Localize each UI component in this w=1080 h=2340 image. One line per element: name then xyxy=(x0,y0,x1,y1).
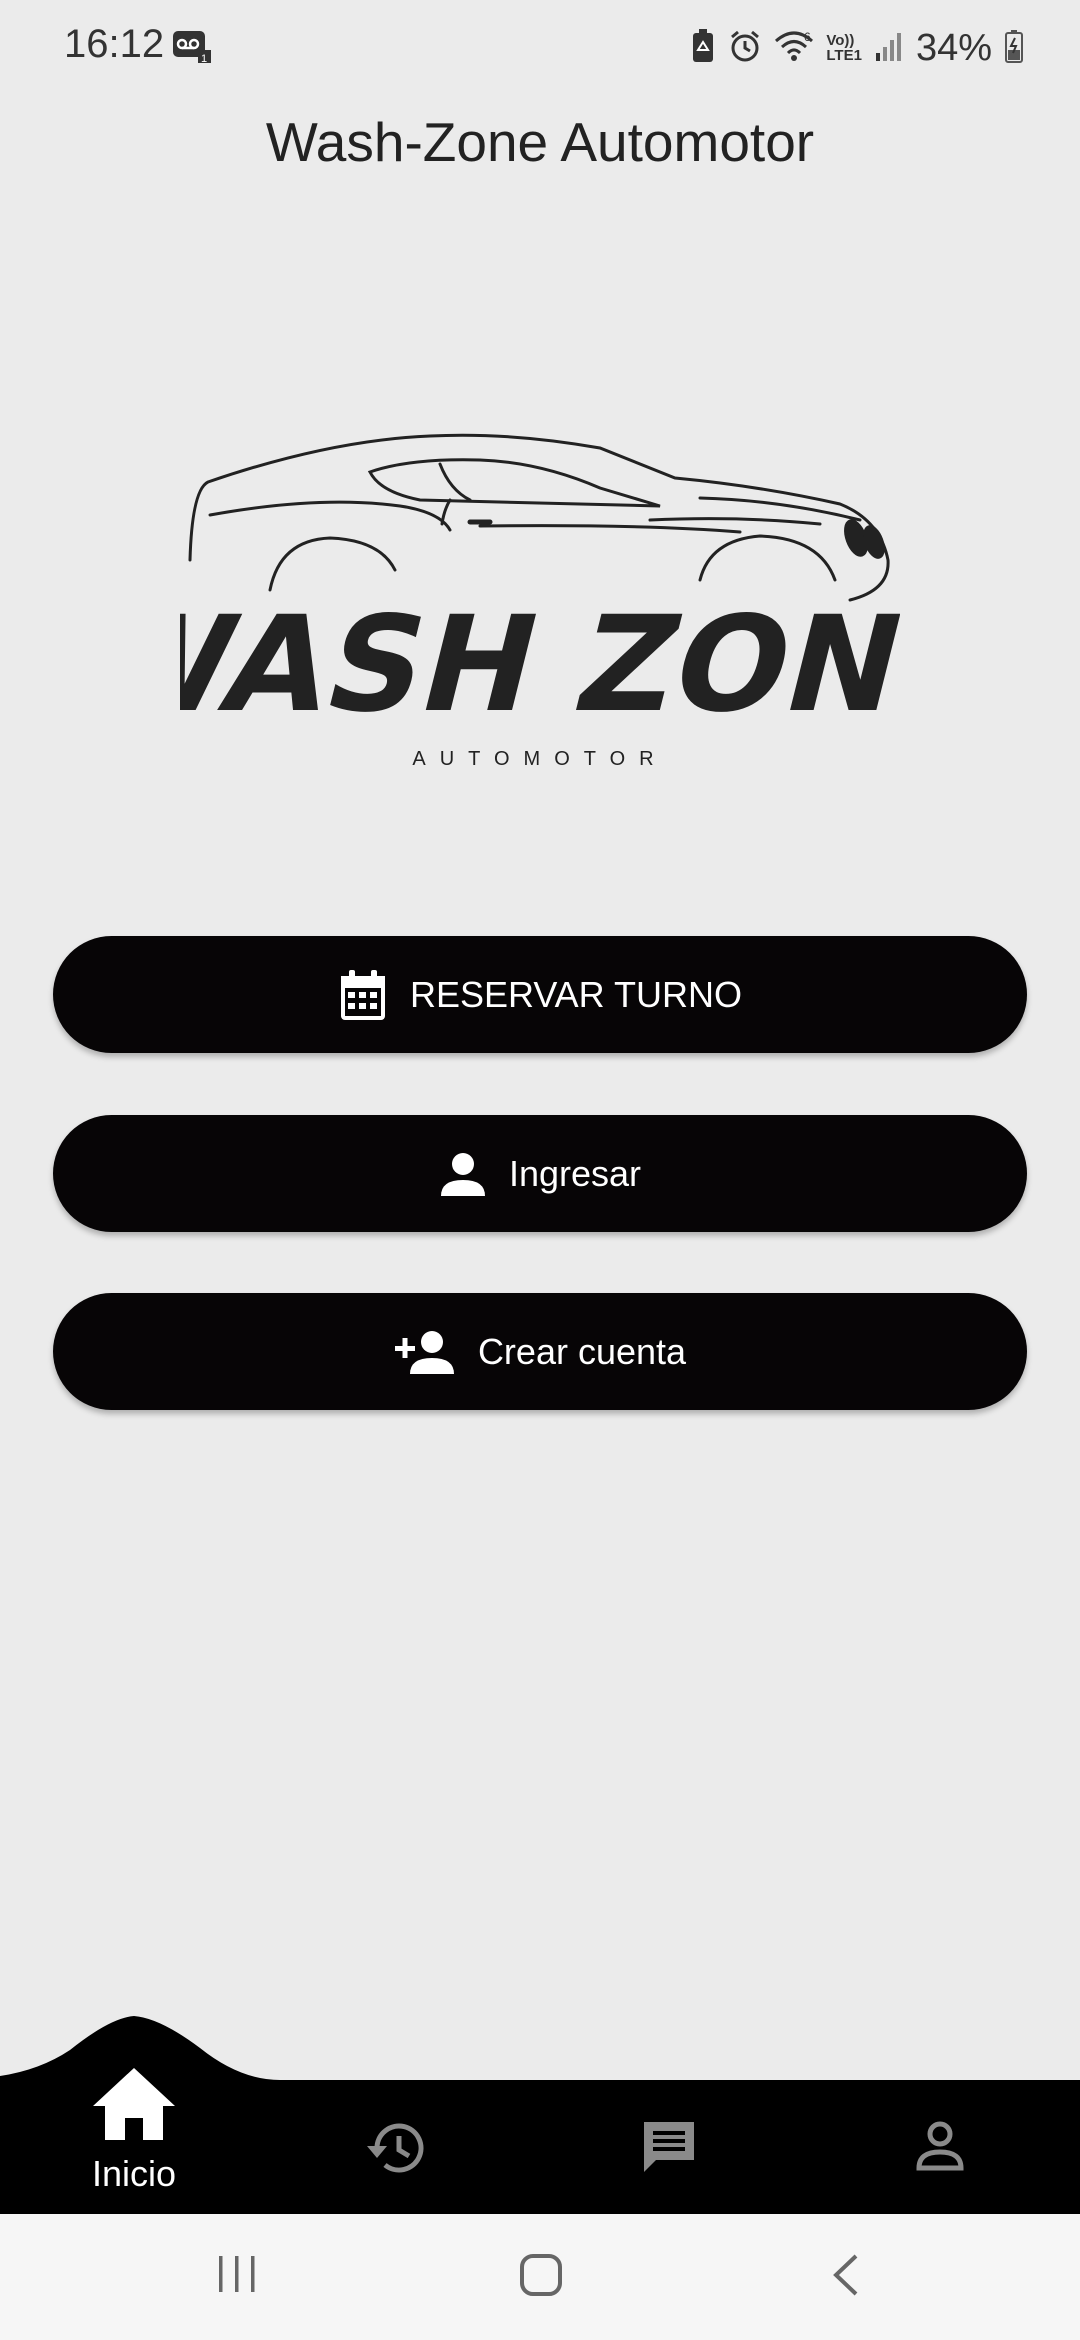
chat-icon xyxy=(640,2118,698,2181)
svg-text:1: 1 xyxy=(201,53,207,64)
person-icon xyxy=(439,1150,487,1198)
crear-cuenta-button[interactable]: Crear cuenta xyxy=(53,1293,1027,1410)
status-bar: 16:12 1 6 Vo)) LTE1 34% xyxy=(0,0,1080,96)
app-screen: 16:12 1 6 Vo)) LTE1 34% Wash-Zone Automo… xyxy=(0,0,1080,2340)
recents-icon[interactable] xyxy=(215,2252,259,2301)
nav-item-history[interactable] xyxy=(365,2120,425,2181)
voicemail-icon: 1 xyxy=(172,30,212,69)
alarm-icon xyxy=(728,29,762,68)
battery-percent: 34% xyxy=(915,26,992,69)
nav-item-inicio[interactable]: Inicio xyxy=(64,2066,204,2195)
wash-zone-logo: WASH ZONE AUTOMOTOR xyxy=(69,420,1009,780)
battery-icon xyxy=(1004,29,1024,68)
add-person-icon xyxy=(394,1328,456,1376)
calendar-icon xyxy=(338,968,388,1022)
wifi-icon: 6 xyxy=(774,29,814,68)
crear-cuenta-label: Crear cuenta xyxy=(477,1330,687,1372)
home-system-icon[interactable] xyxy=(518,2252,564,2303)
history-icon xyxy=(365,2120,425,2181)
brand-text: WASH ZONE xyxy=(180,588,900,742)
reservar-turno-button[interactable]: RESERVAR TURNO xyxy=(53,936,1027,1053)
profile-icon xyxy=(915,2120,965,2177)
status-icons: 6 Vo)) LTE1 34% xyxy=(690,24,1024,72)
reservar-turno-label: RESERVAR TURNO xyxy=(409,973,743,1015)
volte-icon: Vo)) LTE1 xyxy=(826,32,862,64)
status-time: 16:12 xyxy=(64,22,165,66)
nav-item-profile[interactable] xyxy=(915,2120,965,2177)
system-navigation-bar xyxy=(0,2214,1080,2340)
brand-subtext: AUTOMOTOR xyxy=(412,748,667,770)
home-icon xyxy=(91,2066,177,2147)
battery-saver-icon xyxy=(690,28,716,69)
ingresar-label: Ingresar xyxy=(508,1152,642,1194)
nav-label-inicio: Inicio xyxy=(91,2153,177,2194)
nav-item-messages[interactable] xyxy=(640,2118,698,2181)
svg-text:6: 6 xyxy=(804,30,811,44)
signal-icon xyxy=(874,29,904,68)
bottom-navigation: Inicio xyxy=(0,2000,1080,2214)
back-icon[interactable] xyxy=(826,2252,866,2303)
ingresar-button[interactable]: Ingresar xyxy=(53,1115,1027,1232)
app-title: Wash-Zone Automotor xyxy=(265,111,815,173)
